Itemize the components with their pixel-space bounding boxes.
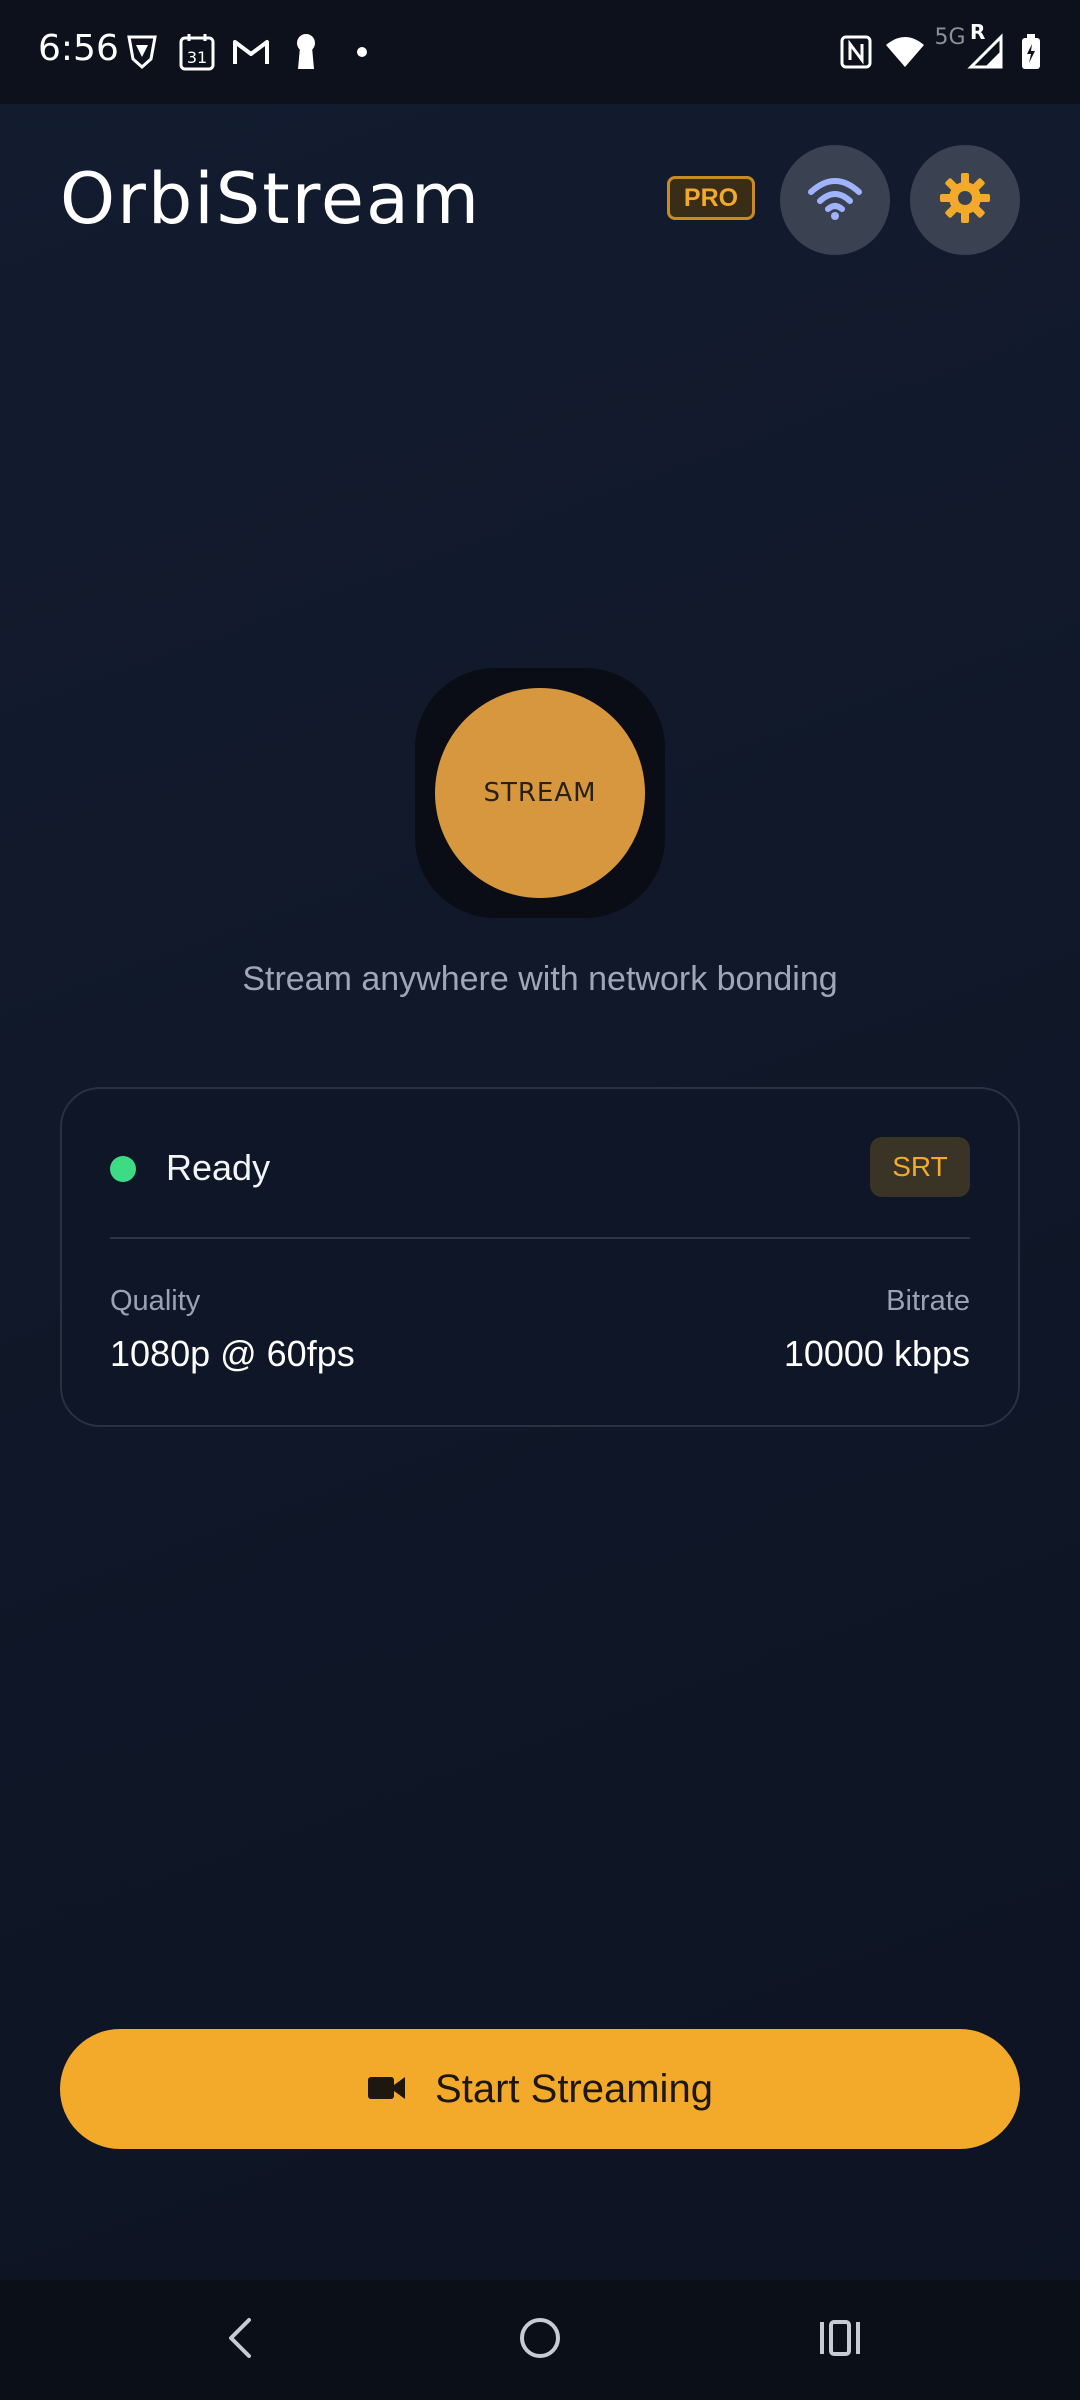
stream-logo-circle: STREAM	[435, 688, 645, 898]
gear-icon	[938, 171, 992, 229]
wifi-icon	[882, 30, 928, 74]
start-streaming-button[interactable]: Start Streaming	[60, 2029, 1020, 2149]
navigation-bar	[0, 2280, 1080, 2400]
bitrate-label: Bitrate	[886, 1285, 970, 1317]
nfc-icon	[836, 30, 876, 74]
dot-icon	[352, 30, 372, 74]
wifi-icon	[807, 176, 863, 224]
video-camera-icon	[367, 2072, 407, 2106]
status-card: Ready SRT Quality 1080p @ 60fps Bitrate …	[60, 1087, 1020, 1427]
bitrate-value: 10000 kbps	[783, 1333, 970, 1374]
calendar-day: 31	[187, 48, 207, 67]
protocol-badge[interactable]: SRT	[870, 1137, 970, 1197]
network-button[interactable]	[780, 145, 890, 255]
recents-icon	[818, 2318, 862, 2362]
card-divider	[110, 1237, 970, 1239]
roaming-label: R	[970, 20, 986, 44]
start-streaming-label: Start Streaming	[435, 2066, 713, 2111]
settings-button[interactable]	[910, 145, 1020, 255]
battery-charging-icon	[1018, 30, 1044, 74]
network-type: 5G	[932, 22, 968, 52]
back-icon	[225, 2316, 255, 2364]
home-button[interactable]	[510, 2310, 570, 2370]
pro-badge[interactable]: PRO	[667, 176, 755, 220]
quality-label: Quality	[110, 1285, 201, 1317]
stream-logo-text: STREAM	[483, 778, 597, 808]
keyhole-icon	[290, 30, 322, 74]
status-label: Ready	[166, 1147, 271, 1188]
back-button[interactable]	[210, 2310, 270, 2370]
tagline: Stream anywhere with network bonding	[242, 960, 838, 998]
quality-value: 1080p @ 60fps	[110, 1333, 355, 1374]
status-time: 6:56	[38, 28, 119, 69]
recents-button[interactable]	[810, 2310, 870, 2370]
status-indicator-dot	[110, 1156, 136, 1182]
calendar-icon: 31	[177, 30, 217, 74]
brave-icon	[122, 30, 162, 74]
status-bar: 6:56 31 5G R	[0, 0, 1080, 104]
network-label: 5G	[934, 24, 966, 50]
stream-logo[interactable]: STREAM	[415, 668, 665, 918]
app-title: OrbiStream	[60, 158, 482, 240]
home-icon	[518, 2316, 562, 2364]
gmail-icon	[230, 30, 272, 74]
